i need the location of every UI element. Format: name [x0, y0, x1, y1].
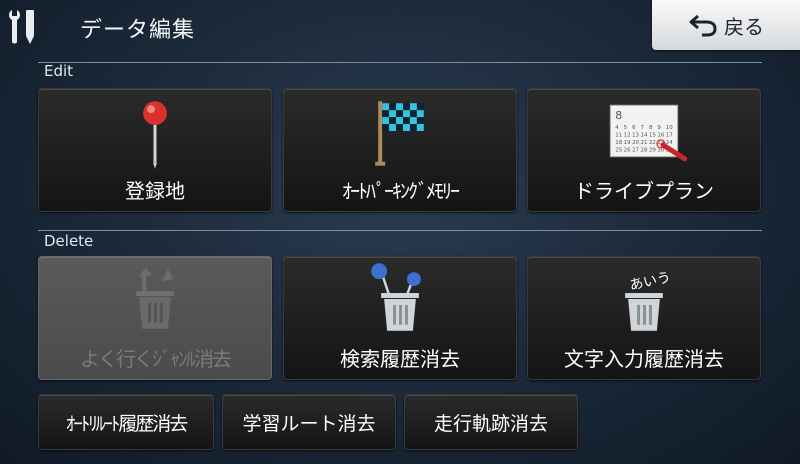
calendar-date: 28 — [641, 147, 648, 153]
checkered-flag-icon — [375, 101, 424, 166]
calendar-date: 12 — [624, 132, 631, 138]
tile-label: 文字入力履歴消去 — [564, 347, 724, 371]
header-bar: データ編集 戻る — [0, 0, 800, 56]
learned-route-clear-button[interactable]: 学習ルート消去 — [222, 394, 396, 450]
button-label: 走行軌跡消去 — [433, 412, 548, 435]
trash-pins-icon — [371, 263, 421, 331]
edit-divider — [38, 62, 762, 63]
calendar-date: 20 — [632, 140, 639, 146]
calendar-date: 25 — [615, 147, 622, 153]
registered-places-tile[interactable]: 登録地 — [38, 88, 272, 212]
tile-label: 登録地 — [125, 179, 185, 203]
delete-section-label: Delete — [44, 232, 94, 250]
search-history-clear-tile[interactable]: 検索履歴消去 — [283, 256, 517, 380]
button-label: 学習ルート消去 — [242, 412, 376, 435]
delete-divider — [38, 230, 762, 231]
back-arrow-icon — [689, 14, 717, 37]
calendar-date: 11 — [615, 132, 622, 138]
back-button[interactable]: 戻る — [652, 0, 800, 50]
calendar-icon: 8 4 5 6 7 8 9 1011 12 13 14 15 16 1718 19 20 21 22 23 2425… — [609, 104, 688, 162]
map-pin-icon — [143, 101, 167, 169]
calendar-date: 7 — [641, 125, 644, 131]
calendar-date: 14 — [641, 132, 648, 138]
calendar-date: 8 — [649, 125, 653, 131]
back-button-label: 戻る — [724, 14, 764, 39]
auto-reroute-history-clear-button[interactable]: ｵｰﾄﾘﾙｰﾄ履歴消去 — [38, 394, 214, 450]
calendar-date: 16 — [657, 132, 664, 138]
calendar-date: 21 — [641, 140, 648, 146]
tile-label: ｵｰﾄﾊﾟｰｷﾝｸﾞﾒﾓﾘｰ — [342, 179, 460, 203]
calendar-date: 22 — [649, 140, 656, 146]
favorite-genre-clear-tile[interactable]: よく行くｼﾞｬﾝﾙ消去 — [38, 256, 272, 380]
button-label: ｵｰﾄﾘﾙｰﾄ履歴消去 — [65, 412, 189, 435]
tile-label: よく行くｼﾞｬﾝﾙ消去 — [80, 347, 232, 371]
calendar-date: 26 — [624, 147, 631, 153]
calendar-date: 10 — [666, 125, 673, 131]
calendar-date: 9 — [657, 125, 661, 131]
trash-text-icon: あいう — [625, 270, 672, 331]
auto-parking-memory-tile[interactable]: ｵｰﾄﾊﾟｰｷﾝｸﾞﾒﾓﾘｰ — [283, 88, 517, 212]
tools-icon — [9, 10, 34, 44]
text-input-history-clear-tile[interactable]: あいう 文字入力履歴消去 — [527, 256, 761, 380]
driving-track-clear-button[interactable]: 走行軌跡消去 — [404, 394, 578, 450]
page-title: データ編集 — [80, 18, 196, 43]
calendar-date: 18 — [615, 140, 622, 146]
drive-plan-tile[interactable]: 8 4 5 6 7 8 9 10 11 12 13 14 15 16 17 18 19 20 21 22 23 24 25… — [527, 88, 761, 212]
calendar-date: 15 — [649, 132, 656, 138]
tile-label: 検索履歴消去 — [340, 347, 460, 371]
calendar-date: 19 — [624, 140, 631, 146]
tile-label: ドライブプラン — [574, 179, 714, 203]
calendar-date: 27 — [632, 147, 639, 153]
svg-text:あいう: あいう — [628, 270, 672, 294]
svg-text:8: 8 — [615, 109, 622, 122]
calendar-date: 4 — [615, 125, 619, 131]
trash-flag-icon — [136, 267, 174, 329]
calendar-date: 6 — [632, 125, 636, 131]
calendar-date: 5 — [624, 125, 627, 131]
edit-section-label: Edit — [44, 62, 74, 80]
calendar-date: 17 — [666, 132, 673, 138]
calendar-date: 13 — [632, 132, 639, 138]
calendar-date: 29 — [649, 147, 656, 153]
